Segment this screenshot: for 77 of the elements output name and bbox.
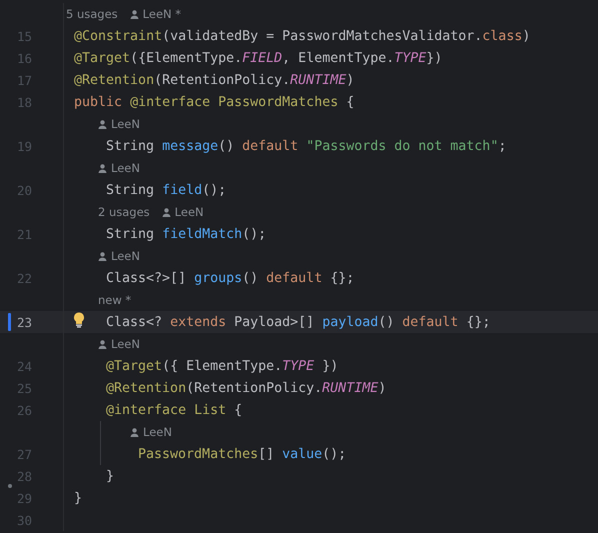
constant-name: TYPE (282, 358, 314, 374)
constant-name: FIELD (242, 50, 282, 66)
change-marker (8, 313, 11, 331)
keyword-text: default (402, 314, 458, 330)
keyword-text: extends (170, 314, 226, 330)
code-text: (); (242, 226, 266, 242)
code-text: }) (426, 50, 442, 66)
lightbulb-icon[interactable] (73, 312, 85, 328)
code-text: (RetentionPolicy. (154, 72, 290, 88)
person-icon (162, 208, 171, 216)
annotation-text: @Target (74, 50, 130, 66)
code-text: String (106, 182, 156, 198)
author-hint[interactable]: LeeN * (130, 7, 182, 21)
code-text: , ElementType. (282, 50, 394, 66)
method-name: field (162, 182, 202, 198)
code-text: [] (258, 446, 276, 462)
code-text: ) (346, 72, 354, 88)
person-icon (130, 428, 139, 436)
method-name: fieldMatch (162, 226, 242, 242)
code-text: }) (321, 358, 338, 374)
annotation-text: @Target (106, 358, 162, 374)
code-text: Payload>[] (233, 314, 316, 330)
code-text: ({ ElementType. (162, 358, 282, 374)
line-number: 23 (16, 314, 32, 330)
keyword-text: class (482, 28, 522, 44)
code-text: () (218, 138, 236, 154)
author-hint[interactable]: LeeN (162, 205, 204, 219)
person-icon (98, 120, 107, 128)
person-icon (98, 164, 107, 172)
person-icon (98, 340, 107, 348)
author-hint[interactable]: LeeN (98, 337, 140, 351)
method-name: payload (322, 314, 378, 330)
code-text: } (106, 468, 114, 484)
code-text: ({ElementType. (130, 50, 242, 66)
annotation-text: @interface PasswordMatches (129, 94, 338, 110)
author-hint[interactable]: LeeN (98, 161, 140, 175)
code-text: () (378, 314, 396, 330)
annotation-text: @Constraint (74, 28, 162, 44)
code-text: ) (378, 380, 386, 396)
method-name: message (162, 138, 218, 154)
code-text: (); (202, 182, 226, 198)
usages-hint[interactable]: 5 usages (66, 7, 118, 21)
string-literal: "Passwords do not match" (305, 138, 498, 154)
code-text: { (345, 94, 354, 110)
keyword-text: default (266, 270, 322, 286)
code-text: Class<? (106, 314, 164, 330)
annotation-text: @interface List (106, 402, 226, 418)
code-text: () (242, 270, 260, 286)
code-text: } (74, 490, 82, 506)
person-icon (98, 252, 107, 260)
method-name: groups (194, 270, 242, 286)
annotation-text: @Retention (74, 72, 154, 88)
annotation-text: PasswordMatches (138, 446, 258, 462)
code-text: String (106, 226, 156, 242)
author-hint[interactable]: LeeN (130, 425, 172, 439)
code-text: (validatedBy = PasswordMatchesValidator. (162, 28, 482, 44)
usages-hint[interactable]: 2 usages (98, 205, 150, 219)
keyword-text: public (74, 94, 122, 110)
constant-name: RUNTIME (322, 380, 378, 396)
code-text: ; (498, 138, 506, 154)
method-name: value (282, 446, 322, 462)
annotation-text: @Retention (106, 380, 186, 396)
usages-hint[interactable]: new * (98, 293, 132, 307)
code-text: String (106, 138, 156, 154)
person-icon (130, 10, 139, 18)
author-hint[interactable]: LeeN (98, 117, 140, 131)
keyword-text: default (242, 138, 298, 154)
constant-name: TYPE (394, 50, 426, 66)
code-text: {}; (465, 314, 490, 330)
code-text: ) (522, 28, 530, 44)
author-hint[interactable]: LeeN (98, 249, 140, 263)
code-text: {}; (329, 270, 354, 286)
code-text: Class<?>[] (106, 270, 188, 286)
constant-name: RUNTIME (290, 72, 346, 88)
code-text: (RetentionPolicy. (186, 380, 322, 396)
code-text: (); (322, 446, 346, 462)
code-text: { (233, 402, 242, 418)
